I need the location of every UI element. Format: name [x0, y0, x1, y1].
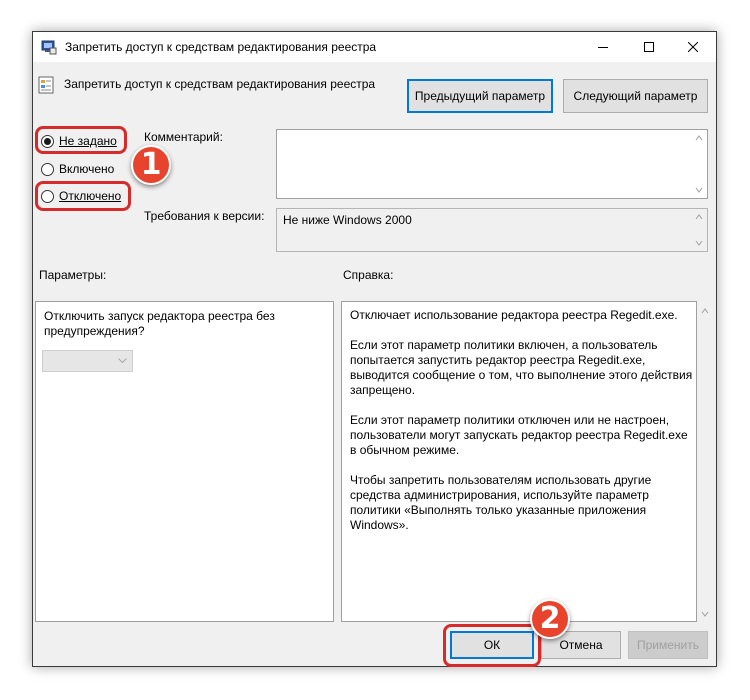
step-badge-1: 1	[131, 145, 171, 185]
maximize-button[interactable]	[626, 32, 672, 62]
scroll-up-icon	[695, 135, 703, 141]
comment-label: Комментарий:	[144, 130, 223, 144]
scroll-up-icon	[695, 214, 703, 220]
params-option-text: Отключить запуск редактора реестра без п…	[44, 309, 275, 338]
scroll-down-icon	[701, 611, 709, 617]
help-text: Отключает использование редактора реестр…	[350, 308, 695, 548]
help-paragraph: Чтобы запретить пользователям использова…	[350, 473, 652, 532]
radio-label-enabled: Включено	[59, 162, 115, 176]
radio-enabled[interactable]: Включено	[41, 162, 114, 176]
help-panel: Отключает использование редактора реестр…	[341, 301, 697, 622]
close-icon	[688, 42, 698, 52]
scroll-up-icon	[701, 308, 709, 314]
step-badge-2: 2	[530, 599, 570, 639]
minimize-icon	[598, 47, 608, 48]
version-field: Не ниже Windows 2000	[276, 208, 708, 252]
scroll-down-icon	[695, 240, 703, 246]
next-setting-button[interactable]: Следующий параметр	[563, 79, 708, 113]
version-scrollbar[interactable]	[691, 209, 707, 251]
apply-button[interactable]: Применить	[628, 631, 708, 659]
help-paragraph: Отключает использование редактора реестр…	[350, 308, 678, 322]
maximize-icon	[644, 42, 654, 52]
highlight-disabled	[35, 181, 131, 211]
minimize-button[interactable]	[580, 32, 626, 62]
scroll-down-icon	[695, 187, 703, 193]
comment-scrollbar[interactable]	[691, 130, 707, 198]
radio-indicator	[41, 162, 54, 176]
policy-setting-icon	[38, 76, 54, 94]
title-bar[interactable]: Запретить доступ к средствам редактирова…	[33, 32, 716, 62]
help-scrollbar[interactable]	[697, 301, 713, 622]
params-panel: Отключить запуск редактора реестра без п…	[35, 301, 334, 622]
policy-dialog: Запретить доступ к средствам редактирова…	[32, 31, 717, 667]
highlight-not-configured	[35, 126, 127, 154]
previous-setting-button[interactable]: Предыдущий параметр	[407, 79, 553, 113]
registry-policy-icon	[41, 40, 57, 55]
help-paragraph: Если этот параметр политики включен, а п…	[350, 338, 693, 397]
params-label: Параметры:	[39, 268, 107, 282]
version-value: Не ниже Windows 2000	[283, 213, 412, 227]
version-label: Требования к версии:	[144, 209, 265, 223]
policy-name: Запретить доступ к средствам редактирова…	[64, 77, 376, 91]
help-label: Справка:	[343, 268, 394, 282]
close-button[interactable]	[670, 32, 716, 62]
window-title: Запретить доступ к средствам редактирова…	[65, 40, 377, 54]
highlight-ok	[443, 624, 541, 667]
chevron-down-icon	[118, 358, 127, 364]
comment-field[interactable]	[276, 129, 708, 199]
help-paragraph: Если этот параметр политики отключен или…	[350, 413, 688, 457]
params-dropdown[interactable]	[42, 350, 133, 372]
